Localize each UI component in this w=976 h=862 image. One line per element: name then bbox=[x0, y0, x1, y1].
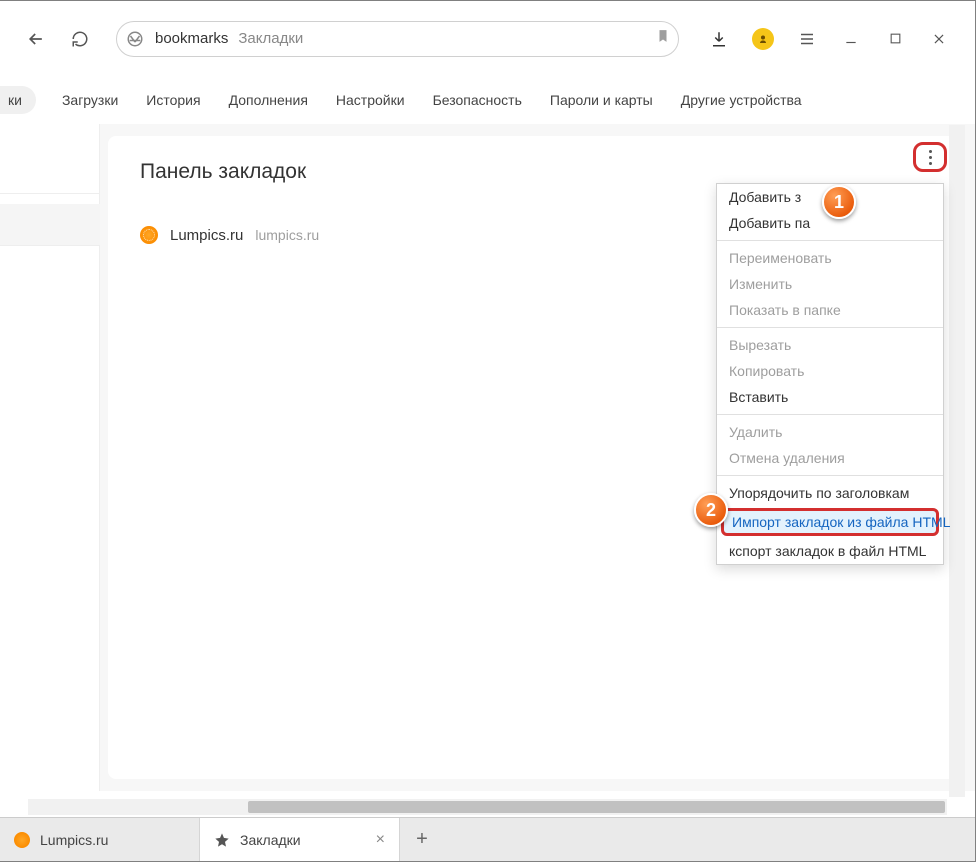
tab-bookmarks[interactable]: Закладки × bbox=[200, 818, 400, 861]
new-tab-button[interactable]: + bbox=[400, 818, 444, 861]
menu-edit: Изменить bbox=[717, 271, 943, 297]
tab-bar: Lumpics.ru Закладки × + bbox=[0, 817, 975, 861]
nav-tab-addons[interactable]: Дополнения bbox=[215, 86, 322, 114]
menu-undo-delete: Отмена удаления bbox=[717, 445, 943, 471]
menu-sort-title[interactable]: Упорядочить по заголовкам bbox=[717, 480, 943, 506]
nav-tab-settings[interactable]: Настройки bbox=[322, 86, 419, 114]
site-icon bbox=[123, 27, 147, 51]
bookmark-url: lumpics.ru bbox=[255, 227, 319, 243]
nav-tab-downloads[interactable]: Загрузки bbox=[48, 86, 132, 114]
nav-tab-passwords[interactable]: Пароли и карты bbox=[536, 86, 667, 114]
menu-export-html[interactable]: кспорт закладок в файл HTML bbox=[717, 538, 943, 564]
menu-separator bbox=[717, 327, 943, 328]
menu-delete: Удалить bbox=[717, 419, 943, 445]
tab-close-button[interactable]: × bbox=[376, 832, 385, 848]
favicon-icon bbox=[140, 226, 158, 244]
nav-tab-devices[interactable]: Другие устройства bbox=[667, 86, 816, 114]
bookmark-title: Lumpics.ru bbox=[170, 227, 243, 244]
tab-lumpics[interactable]: Lumpics.ru bbox=[0, 818, 200, 861]
toolbar-right bbox=[699, 19, 959, 59]
panel-heading: Панель закладок bbox=[140, 160, 931, 184]
context-menu: Добавить з Добавить па Переименовать Изм… bbox=[716, 183, 944, 565]
nav-tab-bookmarks-cut[interactable]: ки bbox=[0, 86, 36, 114]
nav-tab-security[interactable]: Безопасность bbox=[419, 86, 536, 114]
tab-title: Lumpics.ru bbox=[40, 832, 108, 848]
menu-copy: Копировать bbox=[717, 358, 943, 384]
menu-separator bbox=[717, 475, 943, 476]
menu-rename: Переименовать bbox=[717, 245, 943, 271]
browser-toolbar: bookmarks Закладки bbox=[0, 1, 975, 76]
window-maximize-button[interactable] bbox=[875, 19, 915, 59]
settings-nav: ки Загрузки История Дополнения Настройки… bbox=[0, 76, 975, 124]
extension-icon[interactable] bbox=[743, 19, 783, 59]
window-minimize-button[interactable] bbox=[831, 19, 871, 59]
back-button[interactable] bbox=[16, 19, 56, 59]
vertical-scrollbar[interactable] bbox=[949, 125, 965, 797]
kebab-icon bbox=[929, 150, 932, 165]
menu-paste[interactable]: Вставить bbox=[717, 384, 943, 410]
menu-separator bbox=[717, 240, 943, 241]
overflow-menu-button[interactable] bbox=[913, 142, 947, 172]
sidebar bbox=[0, 124, 100, 791]
nav-tab-history[interactable]: История bbox=[132, 86, 214, 114]
sidebar-item[interactable] bbox=[0, 136, 100, 194]
horizontal-scrollbar[interactable] bbox=[28, 799, 947, 815]
address-bar[interactable]: bookmarks Закладки bbox=[116, 21, 679, 57]
tab-title: Закладки bbox=[240, 832, 301, 848]
menu-separator bbox=[717, 414, 943, 415]
window-close-button[interactable] bbox=[919, 19, 959, 59]
annotation-badge-1: 1 bbox=[822, 185, 856, 219]
menu-import-html[interactable]: Импорт закладок из файла HTML bbox=[721, 508, 939, 536]
annotation-badge-2: 2 bbox=[694, 493, 728, 527]
scrollbar-thumb[interactable] bbox=[248, 801, 945, 813]
reload-button[interactable] bbox=[60, 19, 100, 59]
favicon-icon bbox=[14, 832, 30, 848]
address-path: bookmarks bbox=[155, 30, 228, 47]
downloads-button[interactable] bbox=[699, 19, 739, 59]
sidebar-item-selected[interactable] bbox=[0, 204, 100, 246]
menu-show-in-folder: Показать в папке bbox=[717, 297, 943, 323]
address-title: Закладки bbox=[238, 30, 303, 47]
menu-button[interactable] bbox=[787, 19, 827, 59]
star-icon bbox=[214, 832, 230, 848]
bookmark-marker-icon[interactable] bbox=[656, 28, 670, 49]
menu-cut: Вырезать bbox=[717, 332, 943, 358]
